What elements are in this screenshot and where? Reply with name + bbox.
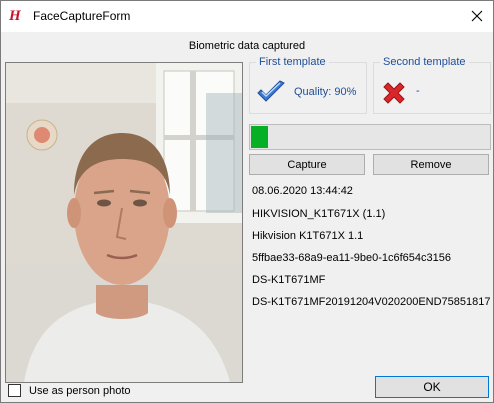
progress-fill — [251, 126, 268, 148]
checkbox-box[interactable] — [8, 384, 21, 397]
status-text: Biometric data captured — [188, 40, 306, 52]
second-template-title: Second template — [380, 56, 469, 68]
red-x-icon — [383, 82, 405, 104]
first-template-title: First template — [256, 56, 329, 68]
checkmark-icon — [257, 80, 285, 102]
device-type: DS-K1T671MF — [252, 274, 326, 286]
first-template-group: First template Quality: 90% — [249, 56, 367, 114]
title-bar: H FaceCaptureForm — [1, 1, 493, 31]
use-as-person-photo-label: Use as person photo — [29, 384, 131, 397]
close-button[interactable] — [465, 4, 489, 28]
second-template-group: Second template - — [373, 56, 491, 114]
first-template-quality: Quality: 90% — [294, 86, 357, 98]
client-area: Biometric data captured Use as person ph… — [1, 32, 493, 402]
remove-button[interactable]: Remove — [373, 154, 489, 175]
capture-timestamp: 08.06.2020 13:44:42 — [252, 185, 353, 197]
window-title: FaceCaptureForm — [33, 9, 131, 23]
ok-button[interactable]: OK — [375, 376, 489, 398]
captured-face-photo — [5, 62, 243, 383]
app-logo-icon: H — [9, 8, 21, 24]
device-model: HIKVISION_K1T671X (1.1) — [252, 208, 386, 220]
capture-progress-bar — [249, 124, 491, 150]
capture-button[interactable]: Capture — [249, 154, 365, 175]
device-guid: 5ffbae33-68a9-ea11-9be0-1c6f654c3156 — [252, 252, 451, 264]
device-vendor: Hikvision K1T671X 1.1 — [252, 230, 364, 242]
close-icon — [471, 10, 483, 22]
face-capture-window: H FaceCaptureForm Biometric data capture… — [0, 0, 494, 403]
second-template-quality: - — [416, 85, 420, 97]
use-as-person-photo-checkbox[interactable]: Use as person photo — [8, 384, 131, 397]
device-serial: DS-K1T671MF20191204V020200END75851817 — [252, 296, 491, 308]
